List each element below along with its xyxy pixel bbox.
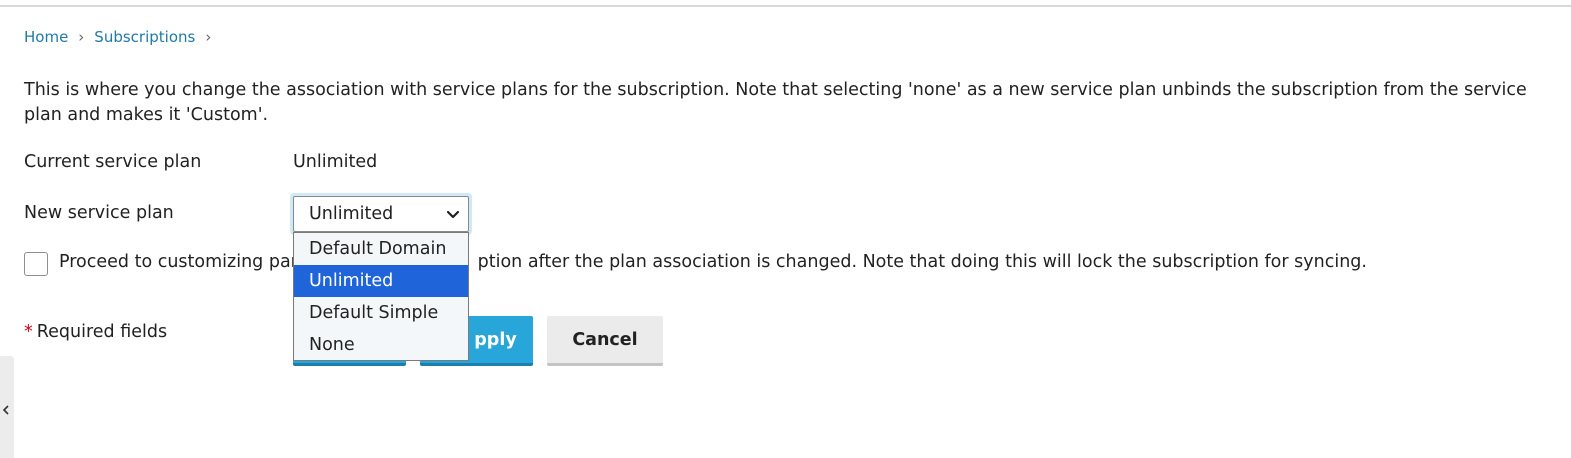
page-description: This is where you change the association… (24, 80, 1527, 125)
customize-checkbox-label-head: Proceed to customizing param (59, 252, 326, 272)
cancel-button[interactable]: Cancel (547, 316, 663, 366)
option-default-domain[interactable]: Default Domain (294, 233, 468, 265)
required-fields-note: * Required fields (24, 322, 167, 342)
new-plan-label: New service plan (24, 203, 174, 223)
required-star: * (24, 322, 33, 342)
breadcrumb: Home › Subscriptions › (24, 27, 221, 47)
plan-dropdown-list: Default Domain Unlimited Default Simple … (293, 232, 469, 361)
side-panel-toggle[interactable] (0, 356, 14, 458)
apply-button-label: pply (474, 329, 517, 350)
chevron-left-icon (2, 405, 9, 415)
cancel-button-label: Cancel (572, 329, 638, 350)
current-plan-value: Unlimited (293, 152, 378, 172)
chevron-down-icon (446, 210, 460, 219)
breadcrumb-subscriptions-link[interactable]: Subscriptions (94, 28, 195, 46)
new-plan-select[interactable]: Unlimited (293, 196, 469, 232)
new-plan-select-value: Unlimited (309, 204, 394, 224)
customize-checkbox-label-tail: ption after the plan association is chan… (477, 252, 1367, 272)
page: Home › Subscriptions › This is where you… (0, 0, 1571, 458)
option-unlimited[interactable]: Unlimited (294, 265, 468, 297)
breadcrumb-separator-icon: › (205, 28, 212, 46)
option-none[interactable]: None (294, 329, 468, 361)
customize-checkbox-label: Proceed to customizing param ption after … (59, 252, 1367, 272)
breadcrumb-separator-icon: › (78, 28, 85, 46)
new-plan-select-focus-ring: Unlimited (290, 193, 472, 235)
required-fields-label: Required fields (36, 322, 168, 342)
top-border (0, 0, 1571, 7)
customize-checkbox[interactable] (24, 252, 48, 276)
current-plan-label: Current service plan (24, 152, 202, 172)
breadcrumb-home-link[interactable]: Home (24, 28, 68, 46)
option-default-simple[interactable]: Default Simple (294, 297, 468, 329)
